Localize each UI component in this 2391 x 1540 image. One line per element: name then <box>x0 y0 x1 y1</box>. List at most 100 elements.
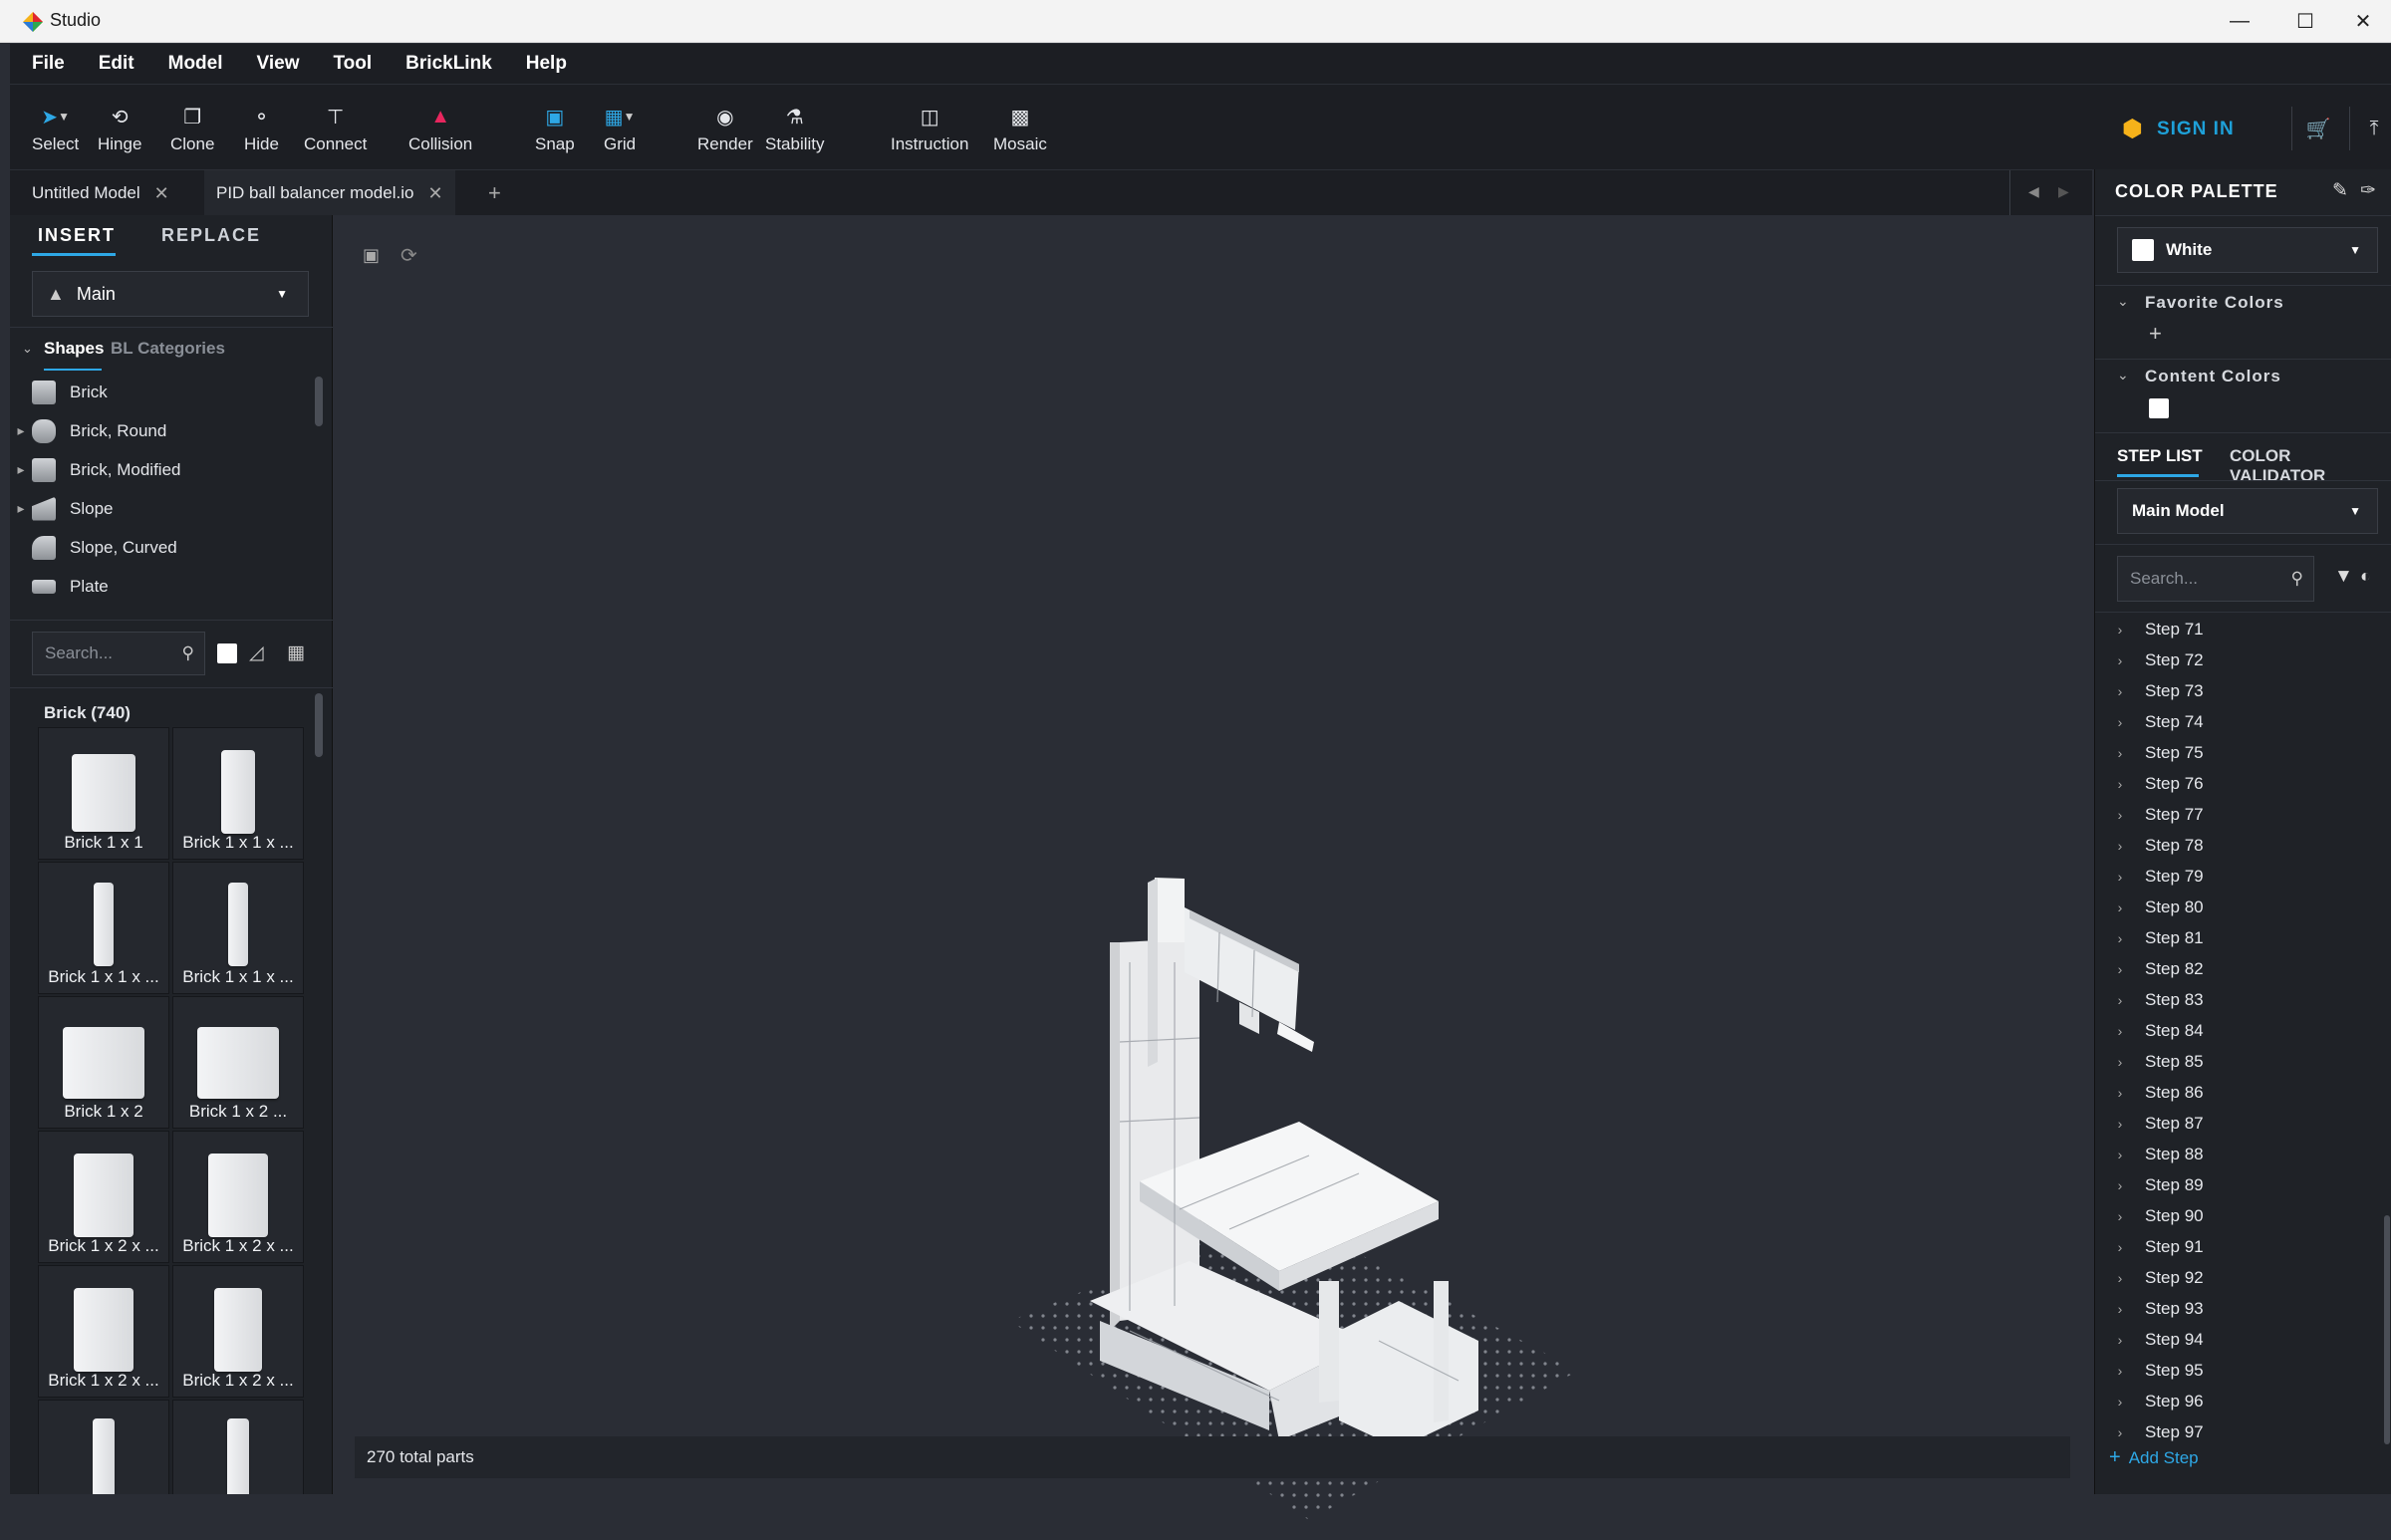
part-tile[interactable]: Brick 1 x 2 <box>38 996 169 1129</box>
cart-icon[interactable]: 🛒 <box>2298 111 2338 146</box>
close-tab-icon[interactable]: ✕ <box>427 183 442 204</box>
chevron-right-icon[interactable]: › <box>2095 807 2145 823</box>
chevron-right-icon[interactable]: › <box>2095 1332 2145 1348</box>
paint-roller-icon[interactable]: ✎ <box>2332 179 2348 202</box>
part-tile[interactable]: Brick 1 x 1 x ... <box>38 862 169 994</box>
add-step-button[interactable]: + Add Step <box>2109 1446 2199 1469</box>
chevron-right-icon[interactable]: › <box>2095 1239 2145 1255</box>
collapse-icon[interactable]: ⌄ <box>2117 367 2129 384</box>
chevron-right-icon[interactable]: › <box>2095 930 2145 946</box>
step-row[interactable]: › Step 84 <box>2095 1015 2384 1046</box>
part-tile[interactable]: Brick 1 x 1 x ... <box>172 727 304 860</box>
chevron-right-icon[interactable]: › <box>2095 1177 2145 1193</box>
step-row[interactable]: › Step 97 <box>2095 1416 2384 1446</box>
tab-insert[interactable]: INSERT <box>38 225 116 246</box>
snap-tool-button[interactable]: ▣ Snap <box>535 103 575 154</box>
eyedropper-icon[interactable]: ✑ <box>2360 179 2376 202</box>
part-tile[interactable]: Brick 1 x 2 x ... <box>172 1131 304 1263</box>
chevron-right-icon[interactable]: › <box>2095 961 2145 977</box>
part-tile[interactable]: Brick 1 x 2 x ... <box>38 1131 169 1263</box>
render-tool-button[interactable]: ◉ Render <box>697 103 753 154</box>
step-row[interactable]: › Step 94 <box>2095 1324 2384 1355</box>
step-row[interactable]: › Step 74 <box>2095 706 2384 737</box>
chevron-right-icon[interactable]: › <box>2095 652 2145 668</box>
part-tile[interactable]: Brick 1 x 2 x ... <box>172 1265 304 1398</box>
step-row[interactable]: › Step 89 <box>2095 1169 2384 1200</box>
mosaic-tool-button[interactable]: ▩ Mosaic <box>993 103 1047 154</box>
filter-icon[interactable]: ▼ <box>2334 566 2353 588</box>
maximize-button[interactable]: ☐ <box>2277 0 2333 43</box>
step-row[interactable]: › Step 93 <box>2095 1293 2384 1324</box>
step-row[interactable]: › Step 90 <box>2095 1200 2384 1231</box>
close-button[interactable]: ✕ <box>2335 0 2391 43</box>
step-row[interactable]: › Step 96 <box>2095 1386 2384 1416</box>
new-tab-button[interactable]: + <box>476 170 513 216</box>
step-row[interactable]: › Step 91 <box>2095 1231 2384 1262</box>
tab-step-list[interactable]: STEP LIST <box>2117 446 2203 466</box>
category-brick-modified[interactable]: ▸ Brick, Modified <box>10 450 309 489</box>
chevron-right-icon[interactable]: › <box>2095 869 2145 885</box>
palette-dropdown[interactable]: ▲ Main ▼ <box>32 271 309 317</box>
parts-scrollbar[interactable] <box>315 693 323 757</box>
category-brick[interactable]: Brick <box>10 373 309 411</box>
step-row[interactable]: › Step 82 <box>2095 953 2384 984</box>
chevron-right-icon[interactable]: › <box>2095 1147 2145 1162</box>
chevron-right-icon[interactable]: › <box>2095 838 2145 854</box>
tab-scroll-right-icon[interactable]: ▶ <box>2058 183 2069 200</box>
step-row[interactable]: › Step 92 <box>2095 1262 2384 1293</box>
chevron-right-icon[interactable]: › <box>2095 1394 2145 1410</box>
chevron-right-icon[interactable]: › <box>2095 1270 2145 1286</box>
tab-scroll-left-icon[interactable]: ◀ <box>2028 183 2039 200</box>
instruction-tool-button[interactable]: ◫ Instruction <box>891 103 968 154</box>
menu-help[interactable]: Help <box>526 53 567 75</box>
tab-untitled-model[interactable]: Untitled Model ✕ <box>20 170 181 216</box>
menu-bricklink[interactable]: BrickLink <box>405 53 492 75</box>
step-row[interactable]: › Step 85 <box>2095 1046 2384 1077</box>
chevron-right-icon[interactable]: › <box>2095 1054 2145 1070</box>
search-icon[interactable]: ⚲ <box>2291 569 2303 589</box>
step-row[interactable]: › Step 71 <box>2095 614 2384 644</box>
search-icon[interactable]: ⚲ <box>182 643 194 663</box>
chevron-right-icon[interactable]: › <box>2095 1023 2145 1039</box>
connect-tool-button[interactable]: ⊤ Connect <box>304 103 367 154</box>
part-tile[interactable]: Brick 1 x 2 x ... <box>38 1265 169 1398</box>
category-scrollbar[interactable] <box>315 377 323 426</box>
chevron-right-icon[interactable]: › <box>2095 899 2145 915</box>
step-list-scrollbar[interactable] <box>2384 1215 2390 1444</box>
collapse-icon[interactable]: ⌄ <box>2117 293 2129 310</box>
expand-icon[interactable]: ▸ <box>10 461 32 478</box>
part-tile[interactable]: Brick 1 x 1 <box>38 727 169 860</box>
chevron-right-icon[interactable]: › <box>2095 622 2145 638</box>
expand-icon[interactable]: ▸ <box>10 422 32 439</box>
step-row[interactable]: › Step 77 <box>2095 799 2384 830</box>
menu-edit[interactable]: Edit <box>99 53 134 75</box>
close-tab-icon[interactable]: ✕ <box>154 183 169 204</box>
reset-view-icon[interactable]: ⟳ <box>400 243 417 268</box>
chevron-right-icon[interactable]: › <box>2095 683 2145 699</box>
chevron-right-icon[interactable]: › <box>2095 714 2145 730</box>
menu-view[interactable]: View <box>257 53 300 75</box>
filter-color-icon[interactable]: ◿ <box>249 642 264 664</box>
camera-icon[interactable]: ▣ <box>363 245 380 266</box>
sign-in-button[interactable]: ⬢ SIGN IN <box>2122 115 2235 143</box>
step-row[interactable]: › Step 72 <box>2095 644 2384 675</box>
hinge-tool-button[interactable]: ⟲ Hinge <box>98 103 141 154</box>
tab-shapes[interactable]: Shapes <box>44 339 104 359</box>
chevron-right-icon[interactable]: › <box>2095 1301 2145 1317</box>
part-search-input[interactable]: Search... ⚲ <box>32 632 205 675</box>
hide-tool-button[interactable]: ⚬ Hide <box>244 103 279 154</box>
part-tile[interactable]: Brick 1 x 2 ... <box>172 996 304 1129</box>
step-row[interactable]: › Step 80 <box>2095 892 2384 922</box>
chevron-right-icon[interactable]: › <box>2095 1363 2145 1379</box>
view-options-icon[interactable]: ◐ <box>2360 566 2371 587</box>
menu-model[interactable]: Model <box>168 53 223 75</box>
tab-pid-ball-balancer[interactable]: PID ball balancer model.io ✕ <box>204 170 455 216</box>
model-dropdown[interactable]: Main Model ▼ <box>2117 488 2378 534</box>
grid-view-icon[interactable]: ▦ <box>287 642 305 664</box>
expand-icon[interactable]: ▸ <box>10 500 32 517</box>
collapse-icon[interactable]: ⌄ <box>22 341 33 357</box>
chevron-right-icon[interactable]: › <box>2095 745 2145 761</box>
step-row[interactable]: › Step 95 <box>2095 1355 2384 1386</box>
add-favorite-color-icon[interactable]: + <box>2149 321 2162 347</box>
content-color-swatch[interactable] <box>2149 398 2169 418</box>
